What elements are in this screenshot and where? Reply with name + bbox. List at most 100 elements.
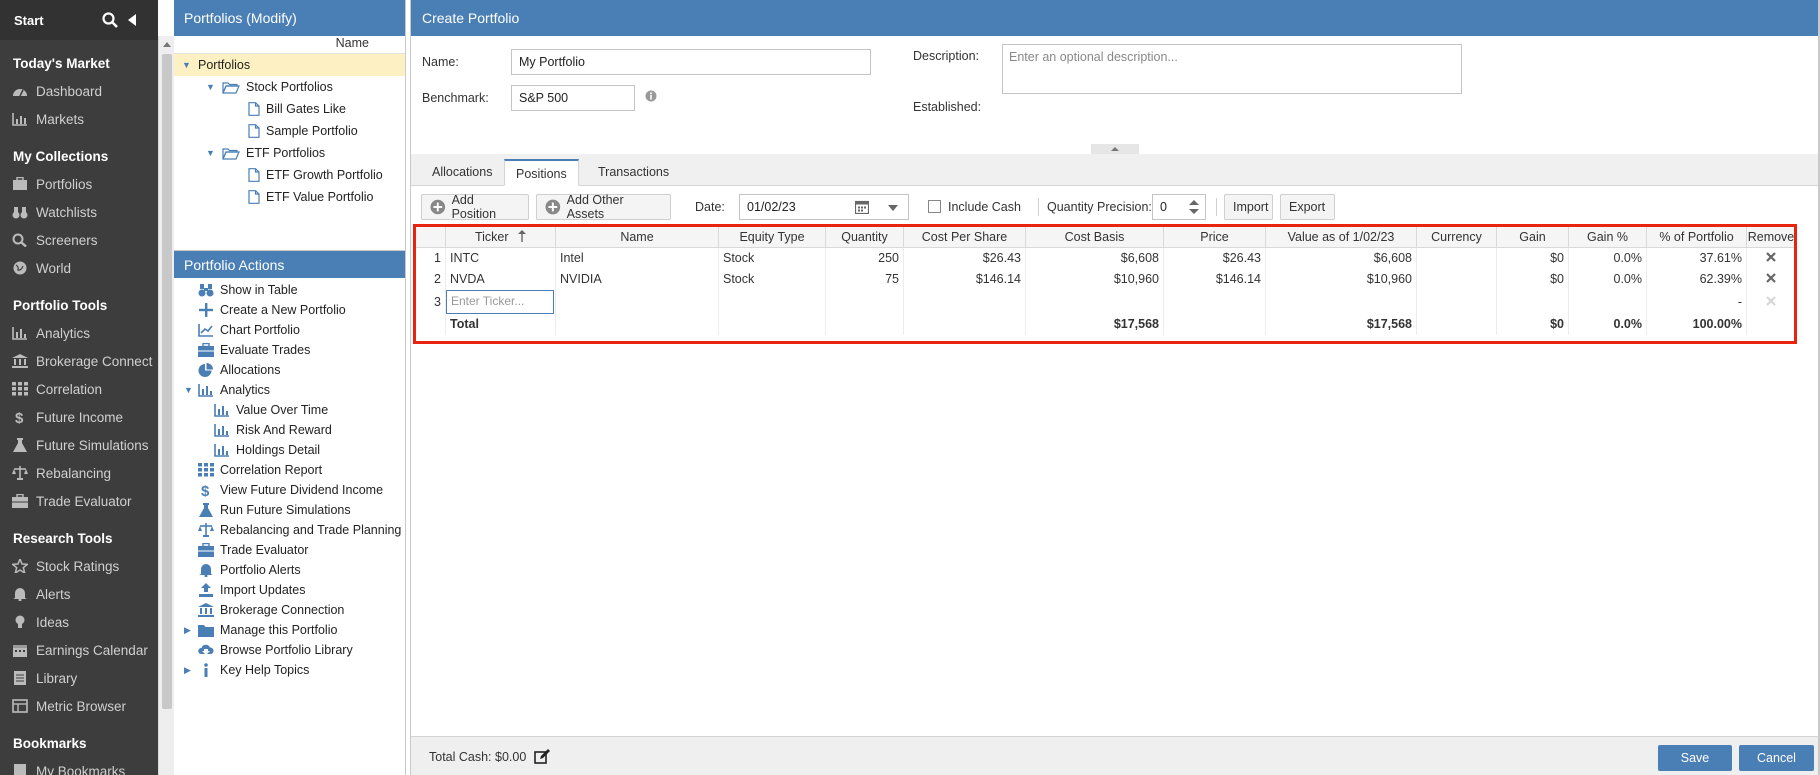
nav-item-screeners[interactable]: Screeners bbox=[0, 226, 158, 254]
include-cash-label[interactable]: Include Cash bbox=[948, 200, 1021, 214]
add-position-button[interactable]: Add Position bbox=[421, 193, 529, 221]
expand-down-icon[interactable]: ▼ bbox=[206, 82, 216, 92]
benchmark-input[interactable]: S&P 500 bbox=[511, 85, 635, 111]
search-icon[interactable] bbox=[102, 12, 118, 28]
action-show-in-table[interactable]: Show in Table bbox=[174, 280, 405, 300]
column-header-cost-per-share[interactable]: Cost Per Share bbox=[903, 226, 1026, 248]
tab-allocations[interactable]: Allocations bbox=[421, 159, 503, 186]
action-risk-and-reward[interactable]: Risk And Reward bbox=[174, 420, 405, 440]
nav-item-portfolios[interactable]: Portfolios bbox=[0, 170, 158, 198]
collapse-left-icon[interactable] bbox=[128, 14, 136, 26]
column-header-name[interactable]: Name bbox=[555, 226, 719, 248]
action-evaluate-trades[interactable]: Evaluate Trades bbox=[174, 340, 405, 360]
column-header-quantity[interactable]: Quantity bbox=[825, 226, 904, 248]
include-cash-checkbox[interactable] bbox=[928, 200, 941, 213]
column-header-gain-pct[interactable]: Gain % bbox=[1568, 226, 1647, 248]
action-trade-evaluator[interactable]: Trade Evaluator bbox=[174, 540, 405, 560]
chevron-down-icon[interactable] bbox=[888, 204, 898, 212]
sort-ascending-icon[interactable] bbox=[518, 230, 527, 242]
expand-right-icon[interactable]: ▶ bbox=[184, 665, 194, 676]
action-chart-portfolio[interactable]: Chart Portfolio bbox=[174, 320, 405, 340]
nav-item-world[interactable]: World bbox=[0, 254, 158, 282]
tree-column-header[interactable]: Name bbox=[174, 36, 405, 54]
action-brokerage-connection[interactable]: Brokerage Connection bbox=[174, 600, 405, 620]
column-header-cost-basis[interactable]: Cost Basis bbox=[1025, 226, 1164, 248]
action-correlation-report[interactable]: Correlation Report bbox=[174, 460, 405, 480]
add-other-assets-button[interactable]: Add Other Assets bbox=[536, 193, 671, 221]
tree-node-etf-value-portfolio[interactable]: ETF Value Portfolio bbox=[174, 186, 405, 208]
nav-scrollbar-thumb[interactable] bbox=[162, 54, 172, 709]
action-allocations[interactable]: Allocations bbox=[174, 360, 405, 380]
nav-item-ideas[interactable]: Ideas bbox=[0, 608, 158, 636]
table-row[interactable]: 1 INTC Intel Stock 250 $26.43 $6,608 $26… bbox=[415, 247, 1796, 269]
tree-node-bill-gates-like[interactable]: Bill Gates Like bbox=[174, 98, 405, 120]
tab-positions[interactable]: Positions bbox=[504, 159, 579, 186]
cell-quantity[interactable]: 250 bbox=[825, 247, 904, 269]
remove-x-icon[interactable] bbox=[1766, 252, 1776, 263]
nav-item-metric-browser[interactable]: Metric Browser bbox=[0, 692, 158, 720]
tree-node-etf-portfolios[interactable]: ▼ ETF Portfolios bbox=[174, 142, 405, 164]
info-circle-icon[interactable] bbox=[645, 90, 657, 102]
action-value-over-time[interactable]: Value Over Time bbox=[174, 400, 405, 420]
nav-item-markets[interactable]: Markets bbox=[0, 105, 158, 133]
nav-item-rebalancing[interactable]: Rebalancing bbox=[0, 459, 158, 487]
nav-item-trade-evaluator[interactable]: Trade Evaluator bbox=[0, 487, 158, 515]
action-analytics[interactable]: ▼ Analytics bbox=[174, 380, 405, 400]
table-row[interactable]: 2 NVDA NVIDIA Stock 75 $146.14 $10,960 $… bbox=[415, 268, 1796, 290]
remove-x-icon[interactable] bbox=[1766, 273, 1776, 283]
column-header-value[interactable]: Value as of 1/02/23 bbox=[1265, 226, 1417, 248]
export-button[interactable]: Export bbox=[1280, 194, 1335, 220]
collapse-form-toggle[interactable] bbox=[1091, 144, 1139, 154]
action-import-updates[interactable]: Import Updates bbox=[174, 580, 405, 600]
ticker-input[interactable]: Enter Ticker... bbox=[446, 289, 554, 314]
nav-item-earnings-calendar[interactable]: Earnings Calendar bbox=[0, 636, 158, 664]
tree-node-portfolios[interactable]: ▼ Portfolios bbox=[174, 54, 405, 76]
expand-down-icon[interactable]: ▼ bbox=[206, 148, 216, 158]
action-browse-portfolio-library[interactable]: Browse Portfolio Library bbox=[174, 640, 405, 660]
cell-ticker[interactable]: Enter Ticker... bbox=[445, 289, 556, 314]
action-manage-this-portfolio[interactable]: ▶ Manage this Portfolio bbox=[174, 620, 405, 640]
nav-item-brokerage-connect[interactable]: Brokerage Connect bbox=[0, 347, 158, 375]
action-holdings-detail[interactable]: Holdings Detail bbox=[174, 440, 405, 460]
expand-down-icon[interactable]: ▼ bbox=[182, 60, 192, 70]
nav-item-stock-ratings[interactable]: Stock Ratings bbox=[0, 552, 158, 580]
cell-quantity[interactable] bbox=[825, 289, 904, 314]
column-header-pct-portfolio[interactable]: % of Portfolio bbox=[1646, 226, 1747, 248]
stepper-arrows-icon[interactable] bbox=[1189, 200, 1199, 214]
save-button[interactable]: Save bbox=[1658, 745, 1732, 771]
column-header-currency[interactable]: Currency bbox=[1416, 226, 1497, 248]
date-value[interactable]: 01/02/23 bbox=[747, 200, 796, 214]
quantity-precision-stepper[interactable]: 0 bbox=[1152, 194, 1206, 220]
name-input[interactable]: My Portfolio bbox=[511, 49, 871, 75]
tab-transactions[interactable]: Transactions bbox=[587, 159, 680, 186]
nav-item-alerts[interactable]: Alerts bbox=[0, 580, 158, 608]
action-run-future-simulations[interactable]: Run Future Simulations bbox=[174, 500, 405, 520]
nav-item-dashboard[interactable]: Dashboard bbox=[0, 77, 158, 105]
nav-item-library[interactable]: Library bbox=[0, 664, 158, 692]
column-header-gain[interactable]: Gain bbox=[1496, 226, 1569, 248]
expand-down-icon[interactable]: ▼ bbox=[184, 385, 194, 395]
cell-ticker[interactable]: NVDA bbox=[445, 268, 556, 290]
action-key-help-topics[interactable]: ▶ Key Help Topics bbox=[174, 660, 405, 680]
nav-item-analytics[interactable]: Analytics bbox=[0, 319, 158, 347]
nav-scrollbar[interactable] bbox=[158, 36, 174, 775]
cell-quantity[interactable]: 75 bbox=[825, 268, 904, 290]
column-header-equity-type[interactable]: Equity Type bbox=[718, 226, 826, 248]
nav-item-future-income[interactable]: $ Future Income bbox=[0, 403, 158, 431]
calendar-icon[interactable] bbox=[855, 200, 869, 214]
cell-cost-per-share[interactable]: $146.14 bbox=[903, 268, 1026, 290]
tree-node-etf-growth-portfolio[interactable]: ETF Growth Portfolio bbox=[174, 164, 405, 186]
precision-value[interactable]: 0 bbox=[1160, 200, 1167, 214]
action-portfolio-alerts[interactable]: Portfolio Alerts bbox=[174, 560, 405, 580]
description-input[interactable]: Enter an optional description... bbox=[1002, 44, 1462, 94]
column-header-ticker[interactable]: Ticker bbox=[445, 226, 556, 248]
start-header[interactable]: Start bbox=[0, 0, 158, 40]
cell-remove[interactable] bbox=[1746, 268, 1796, 290]
start-label[interactable]: Start bbox=[14, 13, 44, 28]
edit-icon[interactable] bbox=[534, 749, 551, 765]
date-picker[interactable]: 01/02/23 bbox=[739, 194, 909, 220]
cancel-button[interactable]: Cancel bbox=[1739, 745, 1814, 771]
table-row-new[interactable]: 3 Enter Ticker... - bbox=[415, 289, 1796, 314]
nav-item-correlation[interactable]: Correlation bbox=[0, 375, 158, 403]
cell-cost-per-share[interactable]: $26.43 bbox=[903, 247, 1026, 269]
